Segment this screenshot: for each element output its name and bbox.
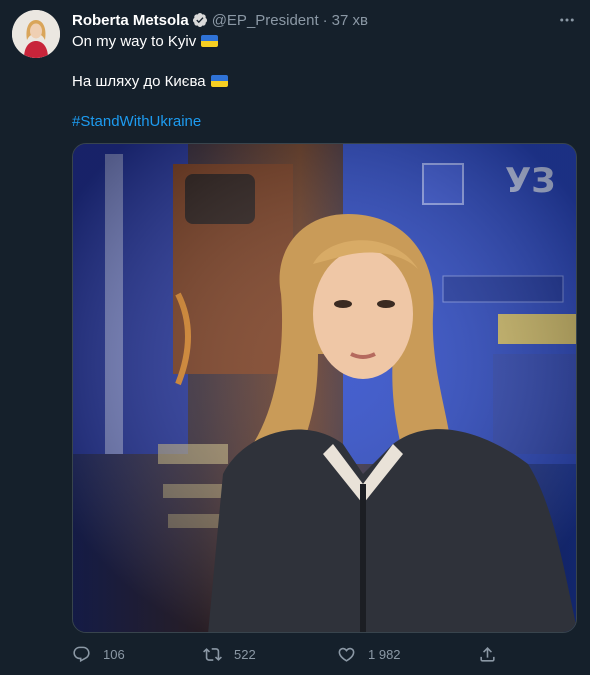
tweet-text-line-2: На шляху до Києва <box>72 72 228 92</box>
reply-icon <box>73 646 90 663</box>
like-icon <box>338 647 355 662</box>
hashtag-link[interactable]: #StandWithUkraine <box>72 113 201 130</box>
separator-dot: · <box>322 11 328 29</box>
reply-count: 106 <box>103 647 125 662</box>
timestamp[interactable]: 37 хв <box>332 12 368 29</box>
tweet[interactable]: Roberta Metsola @EP_President · 37 хв On… <box>0 0 590 675</box>
tweet-photo[interactable]: УЗ <box>72 143 577 633</box>
tweet-text-english: On my way to Kyiv <box>72 33 197 50</box>
avatar[interactable] <box>12 10 60 58</box>
retweet-count: 522 <box>234 647 256 662</box>
share-button[interactable] <box>478 645 509 664</box>
reply-button[interactable]: 106 <box>72 645 125 664</box>
like-count: 1 982 <box>368 647 401 662</box>
retweet-button[interactable]: 522 <box>203 645 256 664</box>
author-name[interactable]: Roberta Metsola <box>72 12 189 29</box>
tweet-actions: 106 522 1 982 <box>72 645 512 667</box>
like-button[interactable]: 1 982 <box>337 645 401 664</box>
ukraine-flag-icon <box>210 75 228 87</box>
author-handle[interactable]: @EP_President <box>212 12 319 29</box>
more-options-icon[interactable] <box>556 10 578 30</box>
verified-badge-icon <box>192 12 208 28</box>
tweet-text-line-1: On my way to Kyiv <box>72 32 219 52</box>
tweet-text-ukrainian: На шляху до Києва <box>72 73 206 90</box>
share-icon <box>480 647 495 662</box>
retweet-icon <box>203 648 222 661</box>
ukraine-flag-icon <box>201 35 219 47</box>
hashtag-line: #StandWithUkraine <box>72 112 201 132</box>
tweet-header: Roberta Metsola @EP_President · 37 хв <box>72 10 368 30</box>
